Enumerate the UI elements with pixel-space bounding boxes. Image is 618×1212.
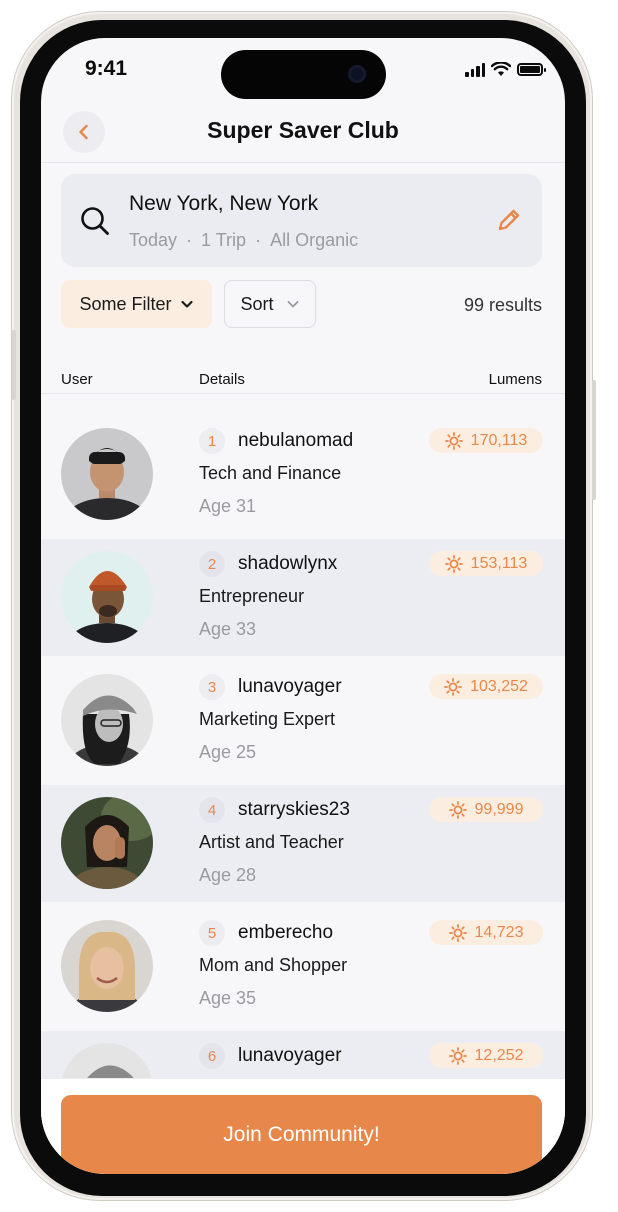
signal-icon bbox=[465, 62, 485, 77]
sun-icon bbox=[444, 554, 463, 573]
status-time: 9:41 bbox=[85, 57, 128, 80]
username: shadowlynx bbox=[238, 553, 338, 574]
sun-icon bbox=[448, 800, 467, 819]
list-item[interactable]: 1 nebulanomad Tech and Finance Age 31 17… bbox=[41, 416, 565, 533]
avatar bbox=[61, 920, 153, 1012]
column-header-user: User bbox=[61, 371, 93, 388]
column-header-lumens: Lumens bbox=[488, 371, 542, 388]
search-location: New York, New York bbox=[129, 192, 319, 215]
sun-icon bbox=[444, 677, 462, 696]
wifi-icon bbox=[491, 62, 511, 76]
search-icon bbox=[81, 207, 109, 235]
user-details: Entrepreneur bbox=[199, 586, 305, 606]
side-button-right bbox=[592, 380, 596, 500]
status-icons bbox=[465, 62, 546, 77]
lumens-badge: 14,723 bbox=[429, 920, 543, 945]
lumens-value: 153,113 bbox=[470, 554, 528, 572]
side-button-left bbox=[12, 330, 16, 400]
user-age: Age 31 bbox=[199, 496, 257, 516]
list-item[interactable]: 3 lunavoyager Marketing Expert Age 25 10… bbox=[41, 662, 565, 779]
username: lunavoyager bbox=[238, 676, 342, 697]
lumens-badge: 153,113 bbox=[429, 551, 543, 576]
battery-icon bbox=[517, 63, 546, 76]
chevron-down-icon bbox=[287, 301, 298, 308]
avatar bbox=[61, 674, 153, 766]
search-card[interactable]: New York, New York Today · 1 Trip · All … bbox=[61, 174, 542, 267]
sun-icon bbox=[448, 923, 467, 942]
avatar bbox=[61, 797, 153, 889]
sun-icon bbox=[448, 1046, 467, 1065]
lumens-badge: 170,113 bbox=[429, 428, 543, 453]
rank-badge: 3 bbox=[199, 674, 225, 700]
lumens-value: 12,252 bbox=[474, 1046, 524, 1064]
join-community-button[interactable]: Join Community! bbox=[61, 1095, 542, 1174]
page-title: Super Saver Club bbox=[207, 117, 399, 143]
column-header-details: Details bbox=[199, 371, 245, 388]
header-divider bbox=[41, 162, 565, 163]
sun-icon bbox=[444, 431, 463, 450]
list-item[interactable]: 4 starryskies23 Artist and Teacher Age 2… bbox=[41, 785, 565, 902]
lumens-value: 103,252 bbox=[470, 677, 528, 695]
avatar bbox=[61, 428, 153, 520]
username: starryskies23 bbox=[238, 799, 350, 820]
app-screen: 9:41 Super Saver Club New York, New York… bbox=[41, 38, 565, 1174]
rank-badge: 4 bbox=[199, 797, 225, 823]
user-age: Age 35 bbox=[199, 988, 257, 1008]
columns-divider bbox=[41, 393, 565, 394]
username: lunavoyager bbox=[238, 1045, 342, 1066]
filter-button-label: Some Filter bbox=[79, 293, 172, 314]
user-details: Artist and Teacher bbox=[199, 832, 344, 852]
lumens-value: 99,999 bbox=[474, 800, 524, 818]
separator-dot: · bbox=[186, 230, 193, 250]
avatar bbox=[61, 551, 153, 643]
results-count: 99 results bbox=[463, 295, 542, 315]
user-age: Age 33 bbox=[199, 619, 257, 639]
username: nebulanomad bbox=[238, 430, 354, 451]
separator-dot: · bbox=[255, 230, 262, 250]
lumens-value: 14,723 bbox=[474, 923, 524, 941]
rank-badge: 2 bbox=[199, 551, 225, 577]
search-meta-trips: 1 Trip bbox=[201, 230, 247, 250]
sort-button[interactable]: Sort bbox=[224, 280, 316, 328]
sort-button-label: Sort bbox=[240, 293, 274, 314]
list-item[interactable]: 2 shadowlynx Entrepreneur Age 33 153,113 bbox=[41, 539, 565, 656]
rank-badge: 5 bbox=[199, 920, 225, 946]
user-details: Mom and Shopper bbox=[199, 955, 348, 975]
chevron-down-icon bbox=[180, 300, 193, 308]
username: emberecho bbox=[238, 922, 334, 943]
rank-badge: 1 bbox=[199, 428, 225, 454]
search-meta: Today · 1 Trip · All Organic bbox=[129, 230, 358, 251]
list-item[interactable]: 5 emberecho Mom and Shopper Age 35 14,72… bbox=[41, 908, 565, 1025]
rank-badge: 6 bbox=[199, 1043, 225, 1069]
search-meta-date: Today bbox=[129, 230, 178, 250]
filter-button[interactable]: Some Filter bbox=[61, 280, 212, 328]
lumens-value: 170,113 bbox=[470, 431, 528, 449]
user-details: Marketing Expert bbox=[199, 709, 336, 729]
lumens-badge: 99,999 bbox=[429, 797, 543, 822]
lumens-badge: 12,252 bbox=[429, 1043, 543, 1068]
search-meta-organic: All Organic bbox=[270, 230, 359, 250]
dynamic-island bbox=[221, 50, 386, 99]
lumens-badge: 103,252 bbox=[429, 674, 543, 699]
user-age: Age 28 bbox=[199, 865, 257, 885]
pencil-icon[interactable] bbox=[496, 207, 522, 233]
user-age: Age 25 bbox=[199, 742, 257, 762]
camera-icon bbox=[348, 65, 366, 83]
user-details: Tech and Finance bbox=[199, 463, 342, 483]
